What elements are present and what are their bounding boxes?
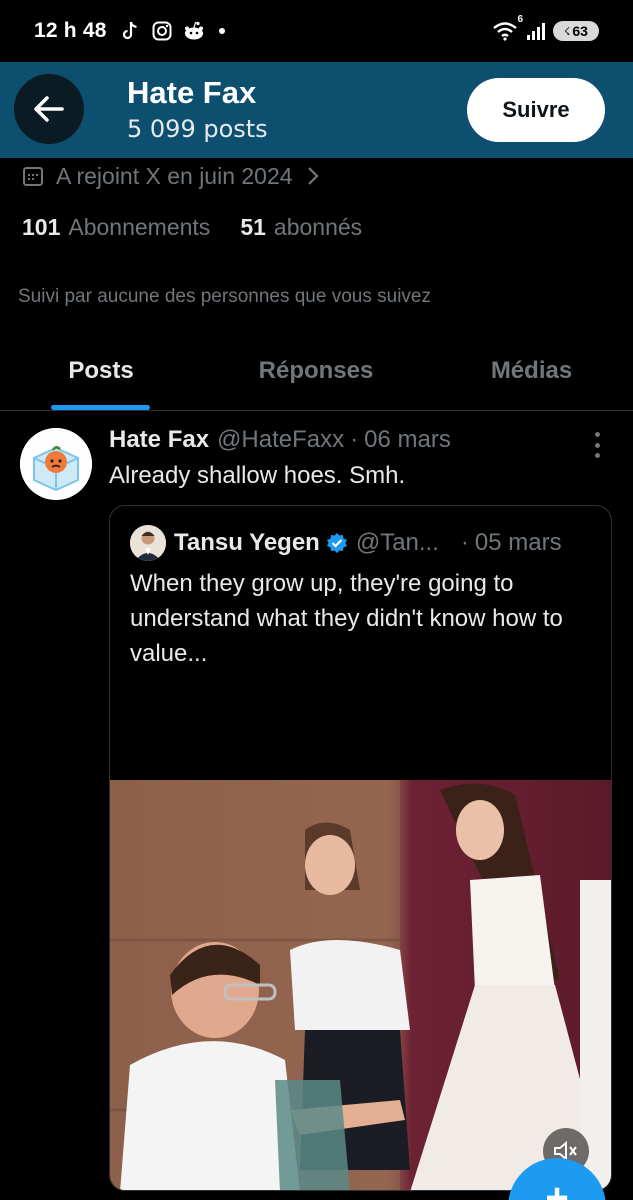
quoted-post[interactable]: Tansu Yegen @Tan... · 05 mars When they … bbox=[109, 505, 612, 1191]
following-label: Abonnements bbox=[68, 214, 211, 240]
reddit-icon bbox=[183, 20, 205, 42]
more-notifications-dot bbox=[218, 28, 225, 34]
tiktok-icon bbox=[119, 20, 141, 42]
wifi-icon: 6 bbox=[491, 14, 523, 42]
quote-avatar[interactable] bbox=[130, 525, 166, 561]
instagram-icon bbox=[151, 20, 173, 42]
followers-count: 51 bbox=[240, 214, 266, 240]
post-header: Hate Fax @HateFaxx · 06 mars bbox=[109, 426, 451, 454]
system-indicators: 6 ☇ 63 bbox=[491, 14, 599, 42]
network-badge: 6 bbox=[517, 14, 523, 25]
quote-date[interactable]: 05 mars bbox=[475, 529, 562, 557]
followers-label: abonnés bbox=[273, 214, 363, 240]
quote-header: Tansu Yegen @Tan... · 05 mars bbox=[130, 525, 562, 561]
status-time: 12 h 48 bbox=[34, 19, 107, 42]
followers-stat[interactable]: 51 abonnés bbox=[240, 214, 362, 241]
video-frame bbox=[110, 780, 611, 1190]
tab-reponses[interactable]: Réponses bbox=[202, 338, 430, 410]
battery-leaf-icon: ☇ bbox=[564, 25, 571, 38]
separator: · bbox=[350, 426, 359, 453]
quote-text: When they grow up, they're going to unde… bbox=[130, 570, 563, 667]
battery-level: 63 bbox=[572, 23, 588, 39]
quote-author-name[interactable]: Tansu Yegen bbox=[174, 529, 320, 557]
verified-badge-icon bbox=[326, 532, 348, 554]
post-date[interactable]: 06 mars bbox=[364, 426, 451, 454]
author-handle[interactable]: @HateFaxx bbox=[217, 426, 344, 454]
post-text: Already shallow hoes. Smh. bbox=[109, 462, 406, 489]
more-options-icon[interactable] bbox=[590, 432, 604, 458]
follow-stats: 101 Abonnements 51 abonnés bbox=[22, 214, 392, 241]
tab-posts[interactable]: Posts bbox=[0, 338, 202, 410]
header-text: Hate Fax 5 099 posts bbox=[127, 74, 268, 144]
post-count: 5 099 posts bbox=[127, 115, 268, 143]
quote-author-handle[interactable]: @Tan... bbox=[356, 529, 439, 557]
notification-icons bbox=[119, 20, 225, 42]
signal-icon bbox=[525, 20, 547, 42]
joined-date-row[interactable]: A rejoint X en juin 2024 bbox=[22, 160, 319, 192]
header-title: Hate Fax bbox=[127, 75, 257, 110]
tab-label: Réponses bbox=[258, 357, 374, 384]
back-button[interactable] bbox=[14, 74, 84, 144]
tab-label: Médias bbox=[490, 357, 573, 384]
joined-text: A rejoint X en juin 2024 bbox=[56, 162, 293, 189]
tab-label: Posts bbox=[68, 357, 134, 384]
battery-indicator: ☇ 63 bbox=[553, 21, 599, 41]
chevron-right-icon bbox=[307, 166, 319, 186]
avatar-image bbox=[130, 525, 166, 561]
post[interactable]: Hate Fax @HateFaxx · 06 mars Already sha… bbox=[0, 412, 633, 1200]
following-stat[interactable]: 101 Abonnements bbox=[22, 214, 210, 241]
author-name[interactable]: Hate Fax bbox=[109, 426, 209, 454]
separator: · bbox=[460, 529, 469, 556]
calendar-icon bbox=[22, 165, 44, 187]
avatar-image bbox=[20, 428, 92, 500]
plus-icon: + bbox=[545, 1176, 569, 1200]
arrow-left-icon bbox=[34, 96, 64, 122]
active-tab-indicator bbox=[51, 405, 150, 410]
avatar[interactable] bbox=[20, 428, 92, 500]
followed-by-text: Suivi par aucune des personnes que vous … bbox=[18, 286, 431, 307]
video-player[interactable] bbox=[110, 780, 611, 1190]
tab-medias[interactable]: Médias bbox=[430, 338, 633, 410]
follow-button[interactable]: Suivre bbox=[467, 78, 605, 142]
profile-header: Hate Fax 5 099 posts Suivre bbox=[0, 62, 633, 158]
profile-tabs: Posts Réponses Médias bbox=[0, 338, 633, 411]
status-bar: 12 h 48 6 ☇ 63 bbox=[0, 0, 633, 62]
following-count: 101 bbox=[22, 214, 61, 240]
